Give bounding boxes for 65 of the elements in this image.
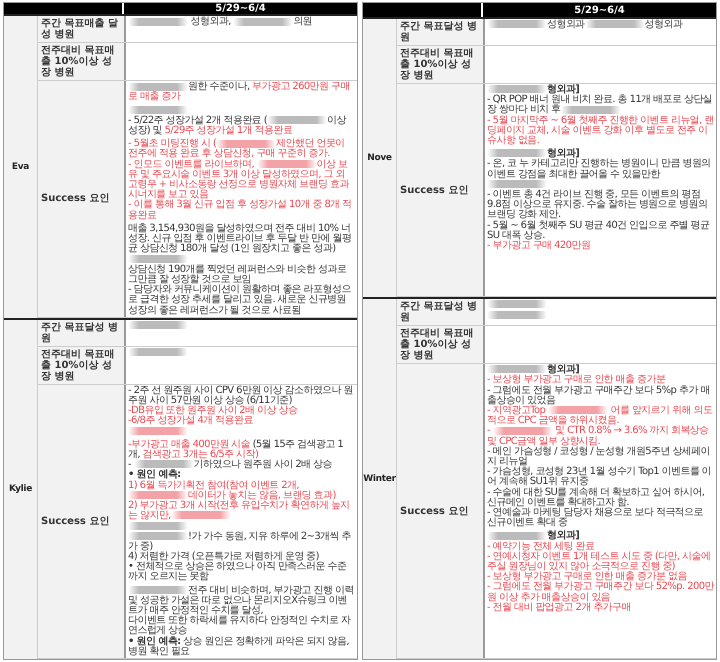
note-text: 다이벤트 또한 하락세를 유지하다 안정적인 수치로 자연스럽게 상승 xyxy=(128,616,352,636)
note-text: - 메인 가슴성형 / 코성형 / 눈성형 개원5주년 상세페이지 리뉴얼 xyxy=(487,446,711,468)
note-text: 2) 부가광고 3개 시작(전후 유입수치가 확연하게 높지는 않지만, xyxy=(128,500,351,522)
period-heading: 5/29~6/4 xyxy=(481,3,716,17)
note-text: - 담당자와 커뮤니케이션이 원활하며 좋은 라포형성으로 급격한 성장 추세를 달리고 있음. 새로운 신규병원 성장의 좋은 레퍼런스가 될 것으로 사료됨 xyxy=(128,285,352,316)
note-text: - 온, 코 누 카테고리만 진행하는 병원이니 만큼 병원의 이벤트 강점을 최대한 끌어올 수 있을만한 xyxy=(487,159,714,190)
note-text: - 이벤트 총 4건 라이브 진행 중, 모든 이벤트의 평점 9.8점 이상으로 유지중. 수술 잘하는 병원으로 병원의 브랜딩 강화 제안. xyxy=(487,190,708,220)
note-text: 형외과] xyxy=(487,365,580,376)
manager-name: Nove xyxy=(367,153,392,164)
row-label: Success 요인 xyxy=(41,516,110,527)
row-label: 전주대비 목표매출 10%이상 성장 병원 xyxy=(41,348,116,382)
note-text: - 부가광고 구매 420만원 xyxy=(487,241,590,252)
note-text: - 가슴성형, 코성형 23년 1월 성수기 Top1 이벤트를 이어 계속해 SU1위 유지중 xyxy=(487,467,712,488)
note-text: - 연예시청자 이벤트 1개 테스트 시도 중 (다만, 시술에 주실 원장님이 있지 않아 소극적으로 진행 중) xyxy=(487,552,712,572)
manager-name: Eva xyxy=(12,162,30,172)
note-text: - 인모드 이벤트를 라이브하며, 이상 보유 및 주요시술 이벤트 3개 이상 달성하였으며, 그 외 고령우 + 비사소동랑 선정으로 병원자체 브랜딩 효과 시너지를 보고 있음 xyxy=(128,160,350,200)
row-label: 전주대비 목표매출 10%이상 성장 병원 xyxy=(400,328,474,362)
note-text: - QR POP 배너 원내 비치 완료. 총 11개 배포로 상단실장 쌍마다 비치 후 xyxy=(487,95,714,116)
note-text: 원한 수준이나, 부가광고 260만원 구매로 매출 증가 xyxy=(128,82,351,103)
row-label: Success 요인 xyxy=(400,506,468,517)
note-text: -DB유입 또한 원주원 사이 2배 이상 상승 xyxy=(128,406,298,416)
note-text: - 및 CTR 0.8% → 3.6% 까지 회복상승 및 CPC금액 일부 상향시킴. xyxy=(487,426,708,447)
note-text: 형외과] xyxy=(487,85,580,96)
row-label: Success 요인 xyxy=(400,184,468,196)
note-text: • 원인 예측: xyxy=(128,470,181,480)
note-text: - 그럼에도 전월 부가광고 구매주간 보다 52%p. 200만원 이상 추가 매출상승이 있음 xyxy=(487,582,714,603)
note-text: - 보상형 부가광고 구매로 인한 매출 증가분 xyxy=(487,375,666,386)
note-text: - 예약기능 전체 세팅 완료 xyxy=(487,542,594,552)
note-text: - 5월 ~ 6월 첫째주 SU 평균 40건 인입으로 주별 평균 SU 대폭 상승. xyxy=(487,220,710,241)
note-text: 1) 6월 득가기획전 참여(참여 이벤트 2개, 데이터가 놓치는 않음, 브랜딩 효과) xyxy=(128,480,336,501)
note-text: • 원인 예측: 상승 원인은 정확하게 파악은 되지 않음, 병원 확인 필요 xyxy=(128,636,350,657)
row-label: 주간 목표달성 병원 xyxy=(41,322,119,344)
note-text: 4) 저렴한 가격 (오픈특가로 저렴하게 운영 중) xyxy=(128,552,319,562)
note-text: !가 가수 동원, 지유 하루에 2~3개씩 추가 중) xyxy=(128,532,352,552)
note-text: 성형외과 성형외과 xyxy=(487,20,682,30)
note-text: - 연예술과 마케팅 담당자 채용으로 보다 적극적으로 신규이벤트 확대 중 xyxy=(487,508,704,528)
note-text: - 그럼에도 전월 부가광고 구매주간 보다 5%p 추가 매출상승이 있었음 xyxy=(487,386,710,406)
note-text: - 2주 선 원주원 사이 CPV 6만원 이상 감소하였으나 원주원 사이 57만원 이상 상승 (6/11기준) xyxy=(128,386,354,406)
note-text: 전주 대비 비슷하며, 부가광고 진행 이력 및 성공한 가설은 따로 없으나 몬리지오X슈링크 이벤트가 매주 안정적인 수치를 달성, xyxy=(128,586,355,616)
row-label: 전주대비 목표매출 10%이상 성장 병원 xyxy=(400,48,474,81)
note-text: - 5월초 미팅진행 시 ( 제안했던 언못이 전주에 적용 완료 후 상담신청, 구매 꾸준히 증가. xyxy=(128,139,346,160)
note-text: 성형외과, 의원 xyxy=(128,17,312,28)
note-text: - 기하였으나 원주원 사이 2배 상승 xyxy=(128,460,332,470)
note-text: - 5월 마지막주 ~ 6월 첫째주 진행한 이벤트 리뉴얼, 랜딩페이지 교체, 시술 이벤트 강화 이후 별도로 전주 이슈사항 없음. xyxy=(487,116,714,146)
note-text: • 전체적으로 상승은 하였으나 아직 만족스러운 수준까지 오르지는 못함 xyxy=(128,562,348,583)
note-text: -부가광고 매출 400만원 시술 (5월 15주 검색광고 1개, 검색광고 3개는 6/5주 시작) xyxy=(128,440,344,460)
period-heading: 5/29~6/4 xyxy=(122,3,357,14)
row-label: 주간 목표달성 병원 xyxy=(400,301,478,324)
note-text: 형외과] xyxy=(487,149,580,160)
note-text: - 지역광고Top 어를 앞지르기 위해 의도적으로 CPC 금액을 하위시켰음. xyxy=(487,406,714,426)
note-text: - 수술에 대한 SU를 계속해 더 확보하고 싶어 하시어, 신규메인 이벤트를 확대하고자 함. xyxy=(487,488,706,508)
manager-name: Winter xyxy=(363,474,396,484)
manager-name: Kylie xyxy=(8,484,32,494)
row-label: Success 요인 xyxy=(41,193,110,204)
row-label: 주간 목표달성 병원 xyxy=(400,21,478,43)
row-label: 전주대비 목표매출 10%이상 성장 병원 xyxy=(41,45,116,78)
note-text: - 보상형 부가광고 구매로 인한 매출 증가분 없음 xyxy=(487,572,687,582)
note-text: -6/8주 성장가설 4개 적용완료 xyxy=(128,416,253,427)
row-label: 주간 목표매출 달성 병원 xyxy=(41,18,119,40)
note-text: - 전월 대비 팝업광고 2개 추가구매 xyxy=(487,602,631,614)
note-text: - 이를 통해 3월 신규 입점 후 성장가설 10개 중 8개 적용완료 xyxy=(128,200,353,221)
note-text: 매출 3,154,930원을 달성하였으며 전주 대비 10% 너 성장. 신규 입점 후 이벤트라이브 후 두달 반 만에 월평균 상담신청 180개 달성 (1인 원장치고 좋은 성과) xyxy=(128,224,352,254)
note-text: 상담신청 190개를 찍었던 레퍼런스와 비슷한 성과로 그만큼 잘 성장할 것으로 보임 xyxy=(128,264,346,285)
note-text: 형외과] xyxy=(487,531,580,542)
note-text: - 5/22주 성장가설 2개 적용완료 ( 이상 성장) 및 5/29주 성장가설 1개 적용완료 xyxy=(128,116,348,136)
